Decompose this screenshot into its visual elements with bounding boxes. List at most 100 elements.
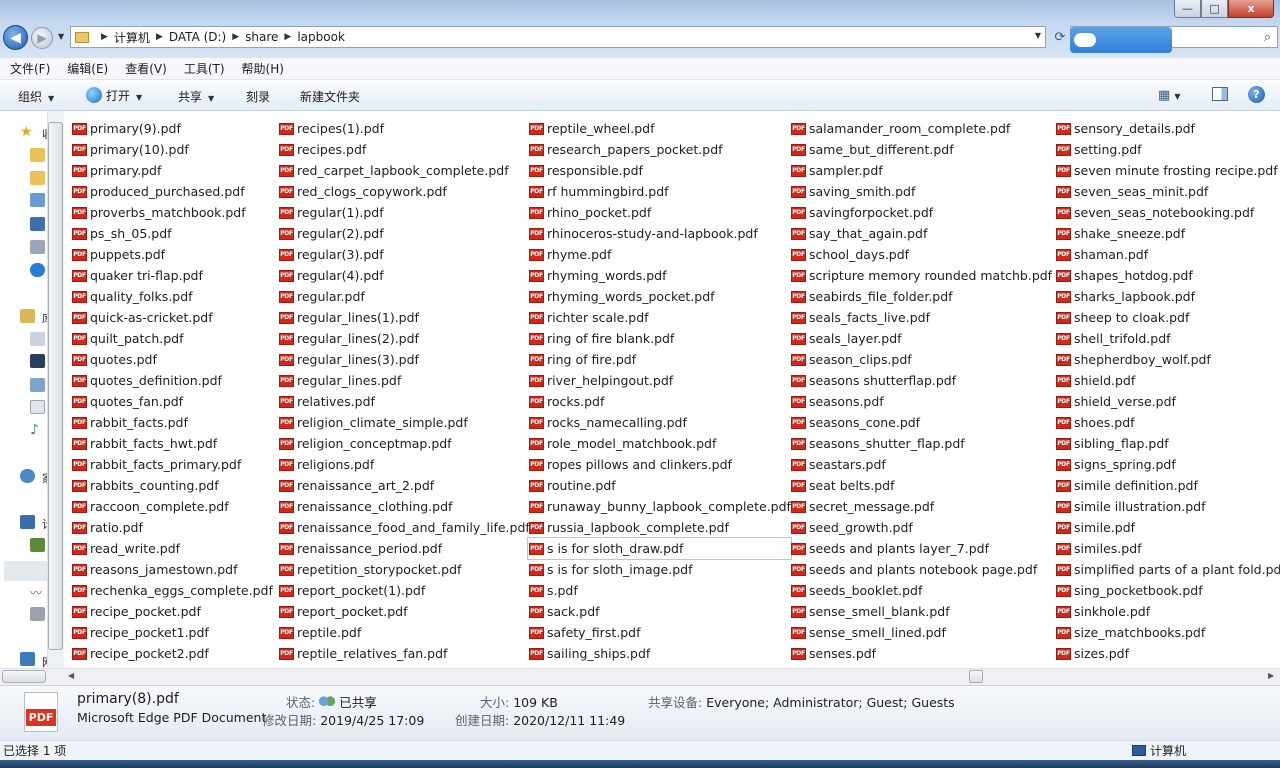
chevron-down-icon[interactable]: ▼ — [1035, 31, 1041, 40]
file-item[interactable]: PDF safety_first.pdf — [528, 622, 791, 643]
menu-edit[interactable]: 编辑(E) — [67, 60, 108, 77]
menu-file[interactable]: 文件(F) — [10, 60, 50, 77]
scroll-left-arrow-icon[interactable]: ◀ — [68, 671, 74, 680]
file-item[interactable]: PDF quick-as-cricket.pdf — [71, 307, 273, 328]
file-item[interactable]: PDF regular(2).pdf — [278, 223, 530, 244]
file-item[interactable]: PDF seals_facts_live.pdf — [790, 307, 1052, 328]
file-item[interactable]: PDF quotes.pdf — [71, 349, 273, 370]
file-item[interactable]: PDF size_matchbooks.pdf — [1055, 622, 1280, 643]
file-item[interactable]: PDF saving_smith.pdf — [790, 181, 1052, 202]
file-item[interactable]: PDF s.pdf — [528, 580, 791, 601]
file-item[interactable]: PDF shield.pdf — [1055, 370, 1280, 391]
file-item[interactable]: PDF river_helpingout.pdf — [528, 370, 791, 391]
folder-icon[interactable] — [30, 171, 45, 185]
document-icon[interactable] — [30, 400, 45, 414]
close-button[interactable]: x — [1228, 0, 1274, 18]
file-item[interactable]: PDF sack.pdf — [528, 601, 791, 622]
file-item[interactable]: PDF recipes(1).pdf — [278, 118, 530, 139]
file-item[interactable]: PDF ring of fire.pdf — [528, 349, 791, 370]
file-item[interactable]: PDF rabbit_facts_hwt.pdf — [71, 433, 273, 454]
share-button[interactable]: 共享 ▼ — [178, 88, 214, 105]
file-item[interactable]: PDF sampler.pdf — [790, 160, 1052, 181]
file-item[interactable]: PDF quotes_fan.pdf — [71, 391, 273, 412]
file-item[interactable]: PDF shapes_hotdog.pdf — [1055, 265, 1280, 286]
file-item[interactable]: PDF sense_smell_blank.pdf — [790, 601, 1052, 622]
file-item[interactable]: PDF signs_spring.pdf — [1055, 454, 1280, 475]
help-icon[interactable]: ? — [1248, 86, 1265, 103]
file-item[interactable]: PDF seeds and plants notebook page.pdf — [790, 559, 1052, 580]
file-item[interactable]: PDF sharks_lapbook.pdf — [1055, 286, 1280, 307]
file-item[interactable]: PDF renaissance_clothing.pdf — [278, 496, 530, 517]
file-item[interactable]: PDF shell_trifold.pdf — [1055, 328, 1280, 349]
file-item[interactable]: PDF simile.pdf — [1055, 517, 1280, 538]
file-item[interactable]: PDF savingforpocket.pdf — [790, 202, 1052, 223]
breadcrumb-lapbook[interactable]: lapbook — [297, 30, 345, 44]
drive-selected-icon[interactable] — [4, 561, 48, 581]
file-item[interactable]: PDF rocks_namecalling.pdf — [528, 412, 791, 433]
file-item[interactable]: PDF season_clips.pdf — [790, 349, 1052, 370]
file-item[interactable]: PDF regular_lines(2).pdf — [278, 328, 530, 349]
file-item[interactable]: PDF sense_smell_lined.pdf — [790, 622, 1052, 643]
file-item[interactable]: PDF seasons shutterflap.pdf — [790, 370, 1052, 391]
minimize-button[interactable]: — — [1174, 0, 1201, 18]
file-item[interactable]: PDF read_write.pdf — [71, 538, 273, 559]
chevron-right-icon[interactable]: ▶ — [101, 32, 108, 42]
horizontal-scrollbar-thumb[interactable] — [969, 670, 983, 683]
file-item[interactable]: PDF seabirds_file_folder.pdf — [790, 286, 1052, 307]
file-item[interactable]: PDF rhinoceros-study-and-lapbook.pdf — [528, 223, 791, 244]
computer-icon[interactable] — [20, 515, 35, 529]
file-item[interactable]: PDF seat belts.pdf — [790, 475, 1052, 496]
file-item[interactable]: PDF s is for sloth_image.pdf — [528, 559, 791, 580]
file-item[interactable]: PDF report_pocket.pdf — [278, 601, 530, 622]
videos-icon[interactable] — [30, 354, 45, 368]
file-item[interactable]: PDF school_days.pdf — [790, 244, 1052, 265]
file-item[interactable]: PDF sailing_ships.pdf — [528, 643, 791, 664]
open-button[interactable]: 打开 ▼ — [86, 87, 142, 104]
file-item[interactable]: PDF seastars.pdf — [790, 454, 1052, 475]
file-item[interactable]: PDF rocks.pdf — [528, 391, 791, 412]
homegroup-icon[interactable] — [20, 469, 35, 483]
file-item[interactable]: PDF simile illustration.pdf — [1055, 496, 1280, 517]
file-item[interactable]: PDF seven_seas_notebooking.pdf — [1055, 202, 1280, 223]
file-item[interactable]: PDF s is for sloth_draw.pdf — [527, 537, 792, 560]
music-icon[interactable]: ♪ — [30, 422, 45, 438]
file-item[interactable]: PDF puppets.pdf — [71, 244, 273, 265]
file-item[interactable]: PDF routine.pdf — [528, 475, 791, 496]
folder-icon[interactable] — [30, 148, 45, 162]
file-item[interactable]: PDF regular(4).pdf — [278, 265, 530, 286]
file-item[interactable]: PDF report_pocket(1).pdf — [278, 580, 530, 601]
file-item[interactable]: PDF sheep to cloak.pdf — [1055, 307, 1280, 328]
view-options-icon[interactable]: ▦ ▼ — [1158, 88, 1181, 103]
removable-drive-icon[interactable] — [30, 607, 45, 621]
file-item[interactable]: PDF recipe_pocket2.pdf — [71, 643, 273, 664]
horizontal-scrollbar[interactable] — [64, 668, 1280, 685]
maximize-button[interactable]: □ — [1201, 0, 1228, 18]
drive-icon[interactable] — [30, 538, 45, 552]
download-icon[interactable] — [30, 193, 45, 207]
file-item[interactable]: PDF sensory_details.pdf — [1055, 118, 1280, 139]
file-item[interactable]: PDF rabbit_facts.pdf — [71, 412, 273, 433]
address-bar[interactable]: ▶ 计算机 ▶ DATA (D:) ▶ share ▶ lapbook ▼ — [70, 26, 1046, 48]
file-item[interactable]: PDF simile definition.pdf — [1055, 475, 1280, 496]
file-item[interactable]: PDF rabbits_counting.pdf — [71, 475, 273, 496]
file-item[interactable]: PDF regular(3).pdf — [278, 244, 530, 265]
file-item[interactable]: PDF raccoon_complete.pdf — [71, 496, 273, 517]
file-item[interactable]: PDF reptile_wheel.pdf — [528, 118, 791, 139]
file-item[interactable]: PDF ring of fire blank.pdf — [528, 328, 791, 349]
chevron-right-icon[interactable]: ▶ — [284, 32, 291, 42]
file-item[interactable]: PDF shoes.pdf — [1055, 412, 1280, 433]
file-item[interactable]: PDF reasons_jamestown.pdf — [71, 559, 273, 580]
file-item[interactable]: PDF renaissance_art_2.pdf — [278, 475, 530, 496]
refresh-icon[interactable]: ⟳ — [1050, 26, 1070, 48]
favorites-star-icon[interactable]: ★ — [20, 124, 35, 140]
file-item[interactable]: PDF responsible.pdf — [528, 160, 791, 181]
file-item[interactable]: PDF say_that_again.pdf — [790, 223, 1052, 244]
file-item[interactable]: PDF recipes.pdf — [278, 139, 530, 160]
file-item[interactable]: PDF seeds_booklet.pdf — [790, 580, 1052, 601]
file-item[interactable]: PDF ratio.pdf — [71, 517, 273, 538]
network-icon[interactable] — [20, 652, 35, 666]
file-item[interactable]: PDF regular_lines.pdf — [278, 370, 530, 391]
file-item[interactable]: PDF setting.pdf — [1055, 139, 1280, 160]
file-item[interactable]: PDF quotes_definition.pdf — [71, 370, 273, 391]
breadcrumb-drive[interactable]: DATA (D:) — [169, 30, 226, 44]
